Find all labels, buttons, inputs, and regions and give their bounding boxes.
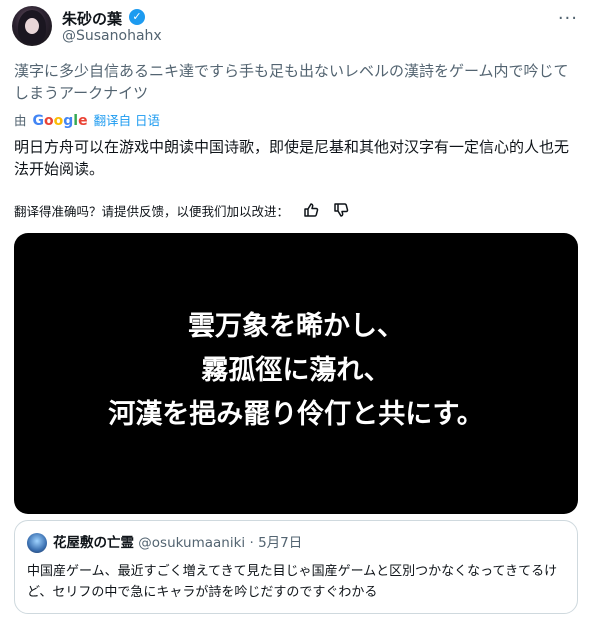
feedback-prompt: 翻译得准确吗？请提供反馈，以便我们加以改进： — [14, 204, 290, 219]
media-video[interactable]: 雲万象を晞かし、 霧孤徑に蕩れ、 河漢を挹み罷り伶仃と共にす。 — [14, 233, 578, 514]
translated-from-link[interactable]: 翻译自 日语 — [94, 113, 160, 128]
author-handle[interactable]: @Susanohahx — [62, 28, 162, 44]
quote-header: 花屋敷の亡霊 @osukumaaniki · 5月7日 — [53, 534, 302, 552]
thumbs-down-icon[interactable] — [333, 202, 349, 223]
more-options-icon[interactable]: ··· — [558, 8, 578, 29]
translation-attribution: 由 Google 翻译自 日语 — [14, 112, 160, 130]
verified-badge-icon: ✓ — [129, 9, 145, 25]
translation-feedback: 翻译得准确吗？请提供反馈，以便我们加以改进： — [14, 202, 349, 223]
poem-line: 雲万象を晞かし、 — [188, 311, 404, 342]
quoted-tweet[interactable]: 花屋敷の亡霊 @osukumaaniki · 5月7日 中国産ゲーム、最近すごく… — [14, 520, 578, 614]
tweet-header: 朱砂の葉 ✓ @Susanohahx ··· — [12, 6, 582, 50]
google-logo: Google — [32, 113, 88, 129]
author-name[interactable]: 朱砂の葉 — [62, 8, 122, 29]
poem-line: 河漢を挹み罷り伶仃と共にす。 — [108, 399, 484, 430]
tweet-original-text: 漢字に多少自信あるニキ達ですら手も足も出ないレベルの漢詩をゲーム内で吟じてしまう… — [14, 62, 569, 102]
thumbs-up-icon[interactable] — [303, 202, 319, 223]
quote-text: 中国産ゲーム、最近すごく増えてきて見た目じゃ国産ゲームと区別つかなくなってきてる… — [27, 564, 558, 600]
quote-avatar — [27, 533, 47, 553]
translated-prefix: 由 — [14, 113, 27, 128]
poem-caption: 雲万象を晞かし、 霧孤徑に蕩れ、 河漢を挹み罷り伶仃と共にす。 — [14, 305, 578, 437]
quote-separator: · — [249, 535, 254, 551]
quote-author-name: 花屋敷の亡霊 — [53, 535, 134, 551]
poem-line: 霧孤徑に蕩れ、 — [201, 355, 391, 386]
quote-date: 5月7日 — [258, 535, 303, 551]
tweet-translation: 明日方舟可以在游戏中朗读中国诗歌，即使是尼基和其他对汉字有一定信心的人也无法开始… — [14, 138, 570, 178]
author-avatar[interactable] — [12, 6, 52, 46]
quote-author-handle: @osukumaaniki — [138, 535, 246, 551]
